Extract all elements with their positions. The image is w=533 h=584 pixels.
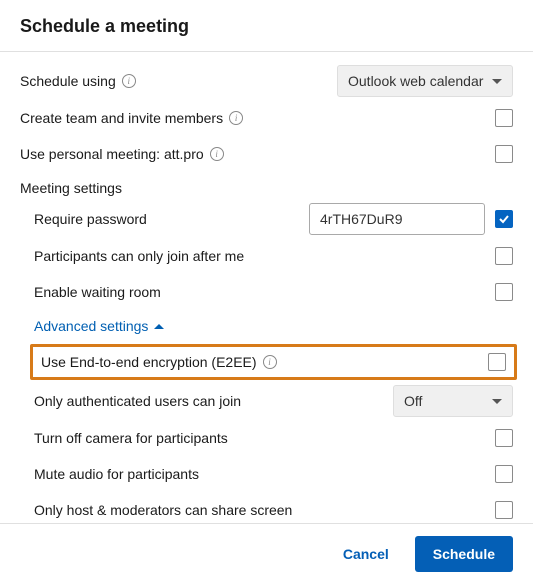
dialog-header: Schedule a meeting [0,0,533,52]
personal-meeting-label: Use personal meeting: att.pro [20,146,204,162]
join-after-me-row: Participants can only join after me [20,238,513,274]
chevron-up-icon [154,324,164,329]
create-team-label-wrap: Create team and invite members [20,110,243,126]
advanced-settings-label: Advanced settings [34,318,148,334]
turn-off-camera-label: Turn off camera for participants [34,430,228,446]
auth-only-row: Only authenticated users can join Off [20,382,513,420]
host-share-checkbox[interactable] [495,501,513,519]
create-team-checkbox[interactable] [495,109,513,127]
advanced-settings-toggle[interactable]: Advanced settings [20,310,513,342]
require-password-controls [309,203,513,235]
info-icon[interactable] [229,111,243,125]
e2ee-row: Use End-to-end encryption (E2EE) [30,344,517,380]
join-after-me-checkbox[interactable] [495,247,513,265]
chevron-down-icon [492,79,502,84]
require-password-label: Require password [34,211,147,227]
e2ee-checkbox[interactable] [488,353,506,371]
turn-off-camera-row: Turn off camera for participants [20,420,513,456]
mute-audio-row: Mute audio for participants [20,456,513,492]
chevron-down-icon [492,399,502,404]
schedule-using-select[interactable]: Outlook web calendar [337,65,513,97]
dialog-content: Schedule using Outlook web calendar Crea… [0,52,533,520]
waiting-room-row: Enable waiting room [20,274,513,310]
join-after-me-label: Participants can only join after me [34,248,244,264]
turn-off-camera-checkbox[interactable] [495,429,513,447]
waiting-room-label: Enable waiting room [34,284,161,300]
personal-meeting-label-wrap: Use personal meeting: att.pro [20,146,224,162]
mute-audio-checkbox[interactable] [495,465,513,483]
info-icon[interactable] [210,147,224,161]
e2ee-label: Use End-to-end encryption (E2EE) [41,354,257,370]
host-share-row: Only host & moderators can share screen [20,492,513,520]
host-share-label: Only host & moderators can share screen [34,502,292,518]
require-password-checkbox[interactable] [495,210,513,228]
create-team-row: Create team and invite members [20,100,513,136]
personal-meeting-row: Use personal meeting: att.pro [20,136,513,172]
meeting-settings-title: Meeting settings [20,172,513,200]
schedule-using-value: Outlook web calendar [348,73,483,89]
auth-only-select[interactable]: Off [393,385,513,417]
e2ee-label-wrap: Use End-to-end encryption (E2EE) [41,354,277,370]
password-input[interactable] [309,203,485,235]
schedule-using-label-wrap: Schedule using [20,73,136,89]
dialog-footer: Cancel Schedule [0,523,533,584]
schedule-button[interactable]: Schedule [415,536,513,572]
info-icon[interactable] [263,355,277,369]
require-password-row: Require password [20,200,513,238]
cancel-button[interactable]: Cancel [333,538,399,570]
mute-audio-label: Mute audio for participants [34,466,199,482]
create-team-label: Create team and invite members [20,110,223,126]
dialog-title: Schedule a meeting [20,16,513,37]
waiting-room-checkbox[interactable] [495,283,513,301]
schedule-using-label: Schedule using [20,73,116,89]
auth-only-label: Only authenticated users can join [34,393,241,409]
personal-meeting-checkbox[interactable] [495,145,513,163]
info-icon[interactable] [122,74,136,88]
auth-only-value: Off [404,393,422,409]
schedule-using-row: Schedule using Outlook web calendar [20,62,513,100]
